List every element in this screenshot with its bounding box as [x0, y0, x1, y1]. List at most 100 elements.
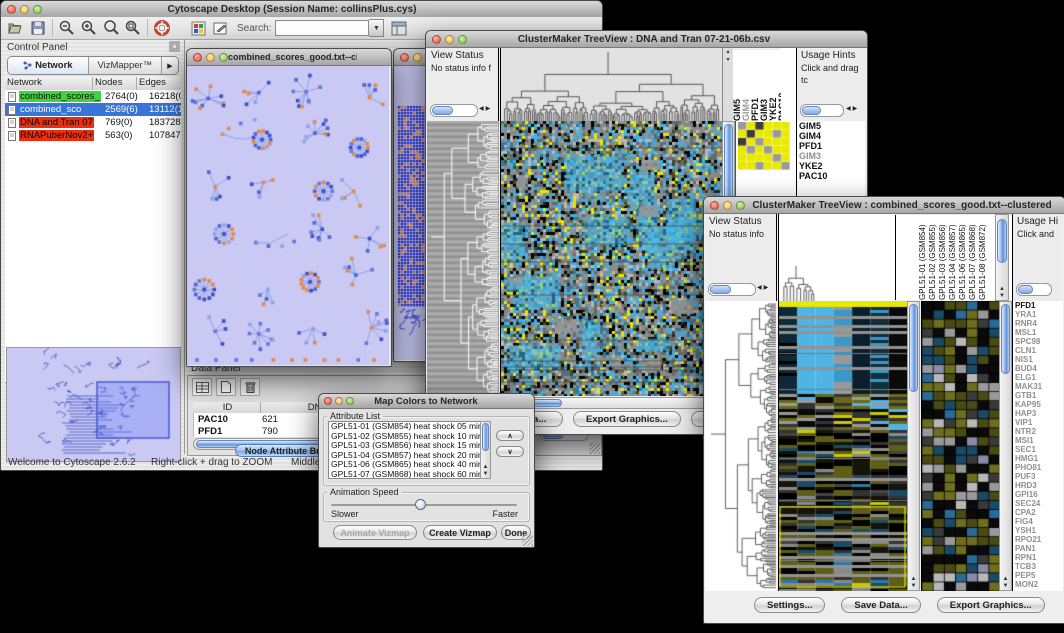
open-file-icon[interactable]	[5, 18, 27, 38]
gene-label[interactable]: HRD3	[1013, 481, 1063, 490]
browser-panel-icon[interactable]	[388, 18, 410, 38]
gene-label[interactable]: VIP1	[1013, 418, 1063, 427]
zoom-button[interactable]	[33, 5, 42, 14]
dialog-titlebar[interactable]: Map Colors to Network	[319, 394, 534, 409]
close-button[interactable]	[324, 397, 332, 405]
minimize-button[interactable]	[206, 53, 215, 62]
attribute-table-icon[interactable]	[192, 378, 212, 396]
float-panel-icon[interactable]	[169, 39, 180, 57]
column-label[interactable]: GPL51-08 (GSM872)	[978, 215, 987, 300]
treeview-button[interactable]: Export Graphics...	[937, 597, 1045, 613]
gene-label[interactable]: GIM3	[797, 151, 865, 161]
col-header-nodes[interactable]: Nodes	[93, 77, 137, 90]
create-vizmap-button[interactable]: Create Vizmap	[423, 525, 497, 540]
close-button[interactable]	[400, 53, 409, 62]
gene-label[interactable]: CPA2	[1013, 508, 1063, 517]
network-canvas-1[interactable]	[187, 66, 389, 365]
tab-overflow-button[interactable]: ▶	[162, 57, 178, 74]
main-titlebar[interactable]: Cytoscape Desktop (Session Name: collins…	[1, 1, 602, 18]
col-header-edges[interactable]: Edges	[137, 77, 181, 90]
close-button[interactable]	[432, 35, 441, 44]
tv2-column-dendrogram[interactable]	[778, 214, 895, 301]
column-label[interactable]: GIM5	[733, 50, 741, 121]
birdseye-view-canvas[interactable]	[6, 347, 181, 462]
minimize-button[interactable]	[723, 201, 732, 210]
column-label[interactable]: GPL51-02 (GSM855)	[928, 215, 937, 300]
gene-label[interactable]: YRA1	[1013, 310, 1063, 319]
tv2-status-scrollbar[interactable]	[708, 283, 756, 296]
column-label[interactable]: GIM3	[760, 50, 768, 121]
resize-grip[interactable]	[589, 443, 600, 454]
new-attribute-icon[interactable]	[216, 378, 236, 396]
tv1-dendro-scroll-strip[interactable]: ▴▾	[722, 48, 733, 121]
close-button[interactable]	[710, 201, 719, 210]
tv2-row-dendrogram[interactable]	[705, 301, 777, 591]
close-button[interactable]	[193, 53, 202, 62]
zoom-button[interactable]	[219, 53, 228, 62]
gene-label[interactable]: MSI1	[1013, 436, 1063, 445]
close-button[interactable]	[7, 5, 16, 14]
treeview-button[interactable]: Export Graphics...	[573, 411, 681, 427]
column-label[interactable]: YKE2	[769, 50, 777, 121]
tv1-global-mini-heatmap[interactable]	[738, 122, 790, 170]
column-label[interactable]: GPL51-07 (GSM868)	[968, 215, 977, 300]
network-row[interactable]: RNAPuberNov2+ 563(0) 107847(0)	[5, 129, 181, 142]
gene-label[interactable]: PEP5	[1013, 571, 1063, 580]
gene-label[interactable]: YKE2	[797, 161, 865, 171]
zoom-button[interactable]	[736, 201, 745, 210]
gene-label[interactable]: SPC98	[1013, 337, 1063, 346]
gene-label[interactable]: FIG4	[1013, 517, 1063, 526]
gene-label[interactable]: RNR4	[1013, 319, 1063, 328]
gene-label[interactable]: GPI16	[1013, 490, 1063, 499]
zoom-out-icon[interactable]	[56, 18, 78, 38]
gene-label[interactable]: TCB3	[1013, 562, 1063, 571]
vizmapper-icon[interactable]	[187, 18, 209, 38]
gene-label[interactable]: RPN1	[1013, 553, 1063, 562]
treeview-button[interactable]: Save Data...	[841, 597, 920, 613]
gene-label[interactable]: KAP95	[1013, 400, 1063, 409]
help-lifering-icon[interactable]	[151, 18, 173, 38]
tab-network[interactable]: Network	[8, 57, 89, 74]
gene-label[interactable]: PAN1	[1013, 544, 1063, 553]
tv2-usage-scrollbar[interactable]	[1016, 283, 1052, 296]
gene-label[interactable]: HMG1	[1013, 454, 1063, 463]
attribute-list-vscrollbar[interactable]: ▲▼	[480, 421, 491, 479]
gene-label[interactable]: NIS1	[1013, 355, 1063, 364]
col-header-network[interactable]: Network	[5, 77, 93, 90]
animation-speed-slider-thumb[interactable]	[415, 499, 426, 510]
gene-label[interactable]: PUF3	[1013, 472, 1063, 481]
animate-vizmap-button[interactable]: Animate Vizmap	[333, 525, 417, 540]
zoom-in-icon[interactable]	[78, 18, 100, 38]
gene-label[interactable]: GTB1	[1013, 391, 1063, 400]
save-icon[interactable]	[27, 18, 49, 38]
attribute-down-button[interactable]: ∨	[496, 446, 524, 457]
gene-label[interactable]: RPO21	[1013, 535, 1063, 544]
annotation-icon[interactable]	[209, 18, 231, 38]
gene-label[interactable]: PAC10	[797, 171, 865, 181]
gene-label[interactable]: BUD4	[1013, 364, 1063, 373]
gene-label[interactable]: ELG1	[1013, 373, 1063, 382]
gene-label[interactable]: NTR2	[1013, 427, 1063, 436]
column-label[interactable]: GPL51-01 (GSM854)	[918, 215, 927, 300]
minimize-button[interactable]	[445, 35, 454, 44]
zoom-fit-icon[interactable]	[122, 18, 144, 38]
gene-label[interactable]: GIM5	[797, 121, 865, 131]
column-label[interactable]: GPL51-04 (GSM857)	[948, 215, 957, 300]
tv1-heatmap[interactable]	[500, 121, 722, 396]
treeview2-titlebar[interactable]: ClusterMaker TreeView : combined_scores_…	[704, 197, 1064, 214]
tv2-zoomed-heatmap[interactable]	[921, 301, 1000, 591]
gene-label[interactable]: GIM4	[797, 131, 865, 141]
gene-label[interactable]: MAK31	[1013, 382, 1063, 391]
gene-label[interactable]: PHO81	[1013, 463, 1063, 472]
column-label[interactable]: GPL51-03 (GSM856)	[938, 215, 947, 300]
tv1-status-scrollbar[interactable]	[430, 104, 478, 117]
dialog-resize-grip[interactable]	[522, 535, 533, 546]
tv1-row-dendrogram[interactable]	[427, 121, 499, 396]
gene-label[interactable]: YSH1	[1013, 526, 1063, 535]
gene-label[interactable]: MON2	[1013, 580, 1063, 589]
network-row[interactable]: DNA and Tran 07 769(0) 183728(0)	[5, 116, 181, 129]
column-label[interactable]: PFD1	[751, 50, 759, 121]
tab-vizmapper[interactable]: VizMapper™	[89, 57, 162, 74]
attribute-up-button[interactable]: ∧	[496, 430, 524, 441]
tv1-usage-scrollbar[interactable]	[800, 104, 844, 117]
